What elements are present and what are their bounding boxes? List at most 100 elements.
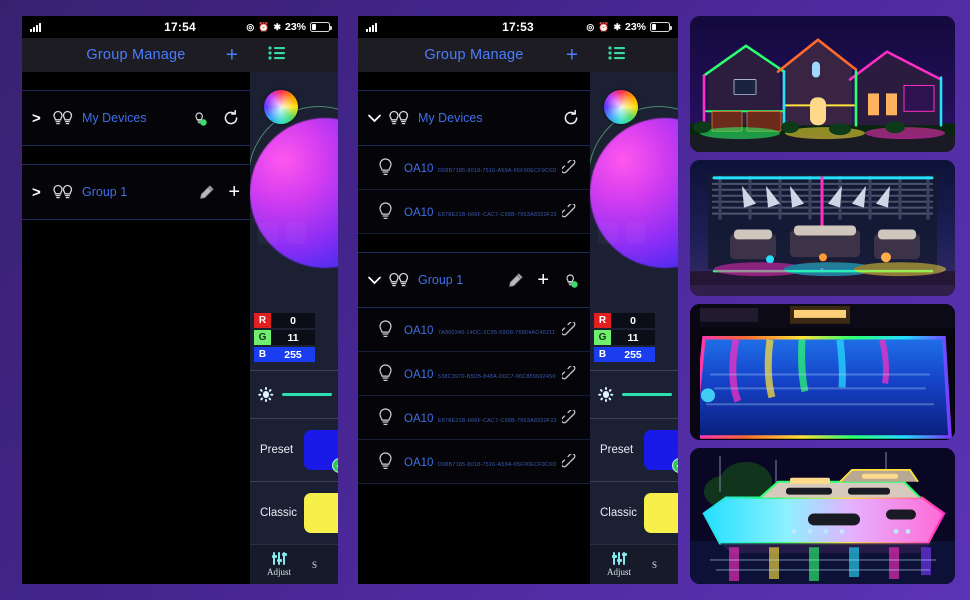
add-group-button[interactable]: + [226, 45, 238, 66]
phone-mockup-expanded: 17:53 ◎ ⏰ ✱ 23% Group Manage + My Device… [358, 16, 678, 584]
status-bar: 17:54 ◎ ⏰ ✱ 23% [22, 16, 338, 38]
nav-gap [22, 72, 250, 90]
group-name: Group 1 [82, 185, 128, 199]
preset-row[interactable]: Preset ✓ [250, 418, 338, 481]
device-name: OA10 [404, 162, 434, 175]
tab-adjust[interactable]: Adjust [250, 552, 308, 577]
page-title: Group Manage [424, 47, 524, 63]
ghost-swatches [598, 222, 646, 244]
color-stage[interactable]: R 0 G 11 B 255 [590, 72, 678, 370]
classic-row[interactable]: Classic [590, 481, 678, 544]
ghost-swatches [258, 222, 306, 244]
bulbs-icon [48, 183, 78, 201]
rgb-row-green: G 11 [594, 330, 655, 345]
device-row[interactable]: OA10 D08B7185-8018-7516-A59A-65F00ECF9C6… [358, 146, 590, 190]
bulbs-icon [48, 109, 78, 127]
signal-icon [366, 22, 377, 32]
chevron-right-icon[interactable]: > [32, 110, 48, 127]
edit-icon[interactable] [506, 271, 525, 290]
blue-value: 255 [271, 347, 315, 362]
preset-swatch[interactable]: ✓ [644, 430, 678, 473]
device-name: OA10 [404, 368, 434, 381]
share-bulb-icon[interactable] [190, 109, 209, 128]
link-icon[interactable] [560, 453, 580, 470]
battery-icon [310, 22, 332, 32]
color-wheel-icon[interactable] [604, 90, 638, 124]
link-icon[interactable] [560, 321, 580, 338]
bulb-icon [368, 408, 402, 427]
empty-list-area [22, 220, 250, 584]
link-icon[interactable] [560, 409, 580, 426]
refresh-icon[interactable] [561, 109, 580, 128]
green-label: G [594, 330, 611, 345]
photo-yacht-lighting [690, 448, 955, 584]
add-group-button[interactable]: + [566, 45, 578, 66]
edit-icon[interactable] [197, 183, 216, 202]
device-row[interactable]: OA10 E878E21B-666F-CAC7-C58B-7953A8320F2… [358, 396, 590, 440]
photo-pergola-patio-lighting [690, 160, 955, 296]
tab-next-partial[interactable]: S [652, 560, 657, 570]
add-device-button[interactable]: + [228, 182, 240, 202]
green-value: 11 [271, 330, 315, 345]
refresh-icon[interactable] [221, 109, 240, 128]
tab-next-partial[interactable]: S [312, 560, 317, 570]
bulb-icon [368, 452, 402, 471]
classic-label: Classic [600, 507, 638, 519]
device-row[interactable]: OA10 D08B7185-8018-7516-A59A-65F00ECF9C6… [358, 440, 590, 484]
battery-percent: 23% [624, 21, 646, 33]
classic-swatch[interactable] [304, 493, 338, 533]
alarm-icon: ⏰ [258, 21, 270, 32]
preset-swatch[interactable]: ✓ [304, 430, 338, 473]
tab-adjust[interactable]: Adjust [590, 552, 648, 577]
chevron-down-icon[interactable] [368, 273, 384, 288]
group-spacer [358, 234, 590, 252]
battery-percent: 23% [284, 21, 306, 33]
list-icon[interactable] [608, 45, 626, 65]
chevron-right-icon[interactable]: > [32, 184, 48, 201]
rgb-row-green: G 11 [254, 330, 315, 345]
brightness-slider[interactable] [590, 370, 678, 418]
brightness-slider[interactable] [250, 370, 338, 418]
group-header-group-1[interactable]: > Group 1 + [22, 164, 250, 220]
device-row[interactable]: OA10 7A800340-14DC-2C95-59D8-76804AC4021… [358, 308, 590, 352]
device-uuid: D08B7185-8018-7516-A59A-65F00ECF9C6D [437, 167, 557, 174]
link-icon[interactable] [560, 365, 580, 382]
add-device-button[interactable]: + [537, 270, 549, 290]
tab-adjust-label: Adjust [606, 567, 631, 577]
color-stage[interactable]: R 0 G 11 B 255 [250, 72, 338, 370]
device-uuid: 7A800340-14DC-2C95-59D8-76804AC40211 [437, 329, 556, 336]
color-wheel-icon[interactable] [264, 90, 298, 124]
nav-gap [358, 72, 590, 90]
group-name: Group 1 [418, 273, 464, 287]
share-bulb-icon[interactable] [561, 271, 580, 290]
brightness-track[interactable] [282, 393, 332, 396]
classic-swatch[interactable] [644, 493, 678, 533]
bulb-icon [368, 364, 402, 383]
red-label: R [254, 313, 271, 328]
bulb-icon [368, 202, 402, 221]
preset-row[interactable]: Preset ✓ [590, 418, 678, 481]
link-icon[interactable] [560, 203, 580, 220]
device-row[interactable]: OA10 E878E21B-666F-CAC7-C58B-7953A8320F2… [358, 190, 590, 234]
chevron-down-icon[interactable] [368, 111, 384, 126]
check-icon: ✓ [672, 458, 678, 473]
device-row[interactable]: OA10 538C3970-B5D5-848A-D0C7-06C85969245… [358, 352, 590, 396]
group-header-my-devices[interactable]: My Devices [358, 90, 590, 146]
classic-row[interactable]: Classic [250, 481, 338, 544]
signal-icon [30, 22, 41, 32]
list-icon[interactable] [268, 45, 286, 65]
group-header-group-1[interactable]: Group 1 + [358, 252, 590, 308]
blue-label: B [594, 347, 611, 362]
bulb-icon [368, 320, 402, 339]
brightness-track[interactable] [622, 393, 672, 396]
group-header-my-devices[interactable]: > My Devices [22, 90, 250, 146]
group-name: My Devices [418, 111, 483, 125]
battery-icon [650, 22, 672, 32]
device-uuid: E878E21B-666F-CAC7-C58B-7953A8320F22 [437, 211, 557, 218]
location-icon: ◎ [586, 21, 595, 32]
device-name: OA10 [404, 412, 434, 425]
rgb-readout: R 0 G 11 B 255 [254, 313, 315, 362]
brightness-icon [258, 387, 274, 403]
bluetooth-icon: ✱ [613, 21, 621, 32]
link-icon[interactable] [560, 159, 580, 176]
